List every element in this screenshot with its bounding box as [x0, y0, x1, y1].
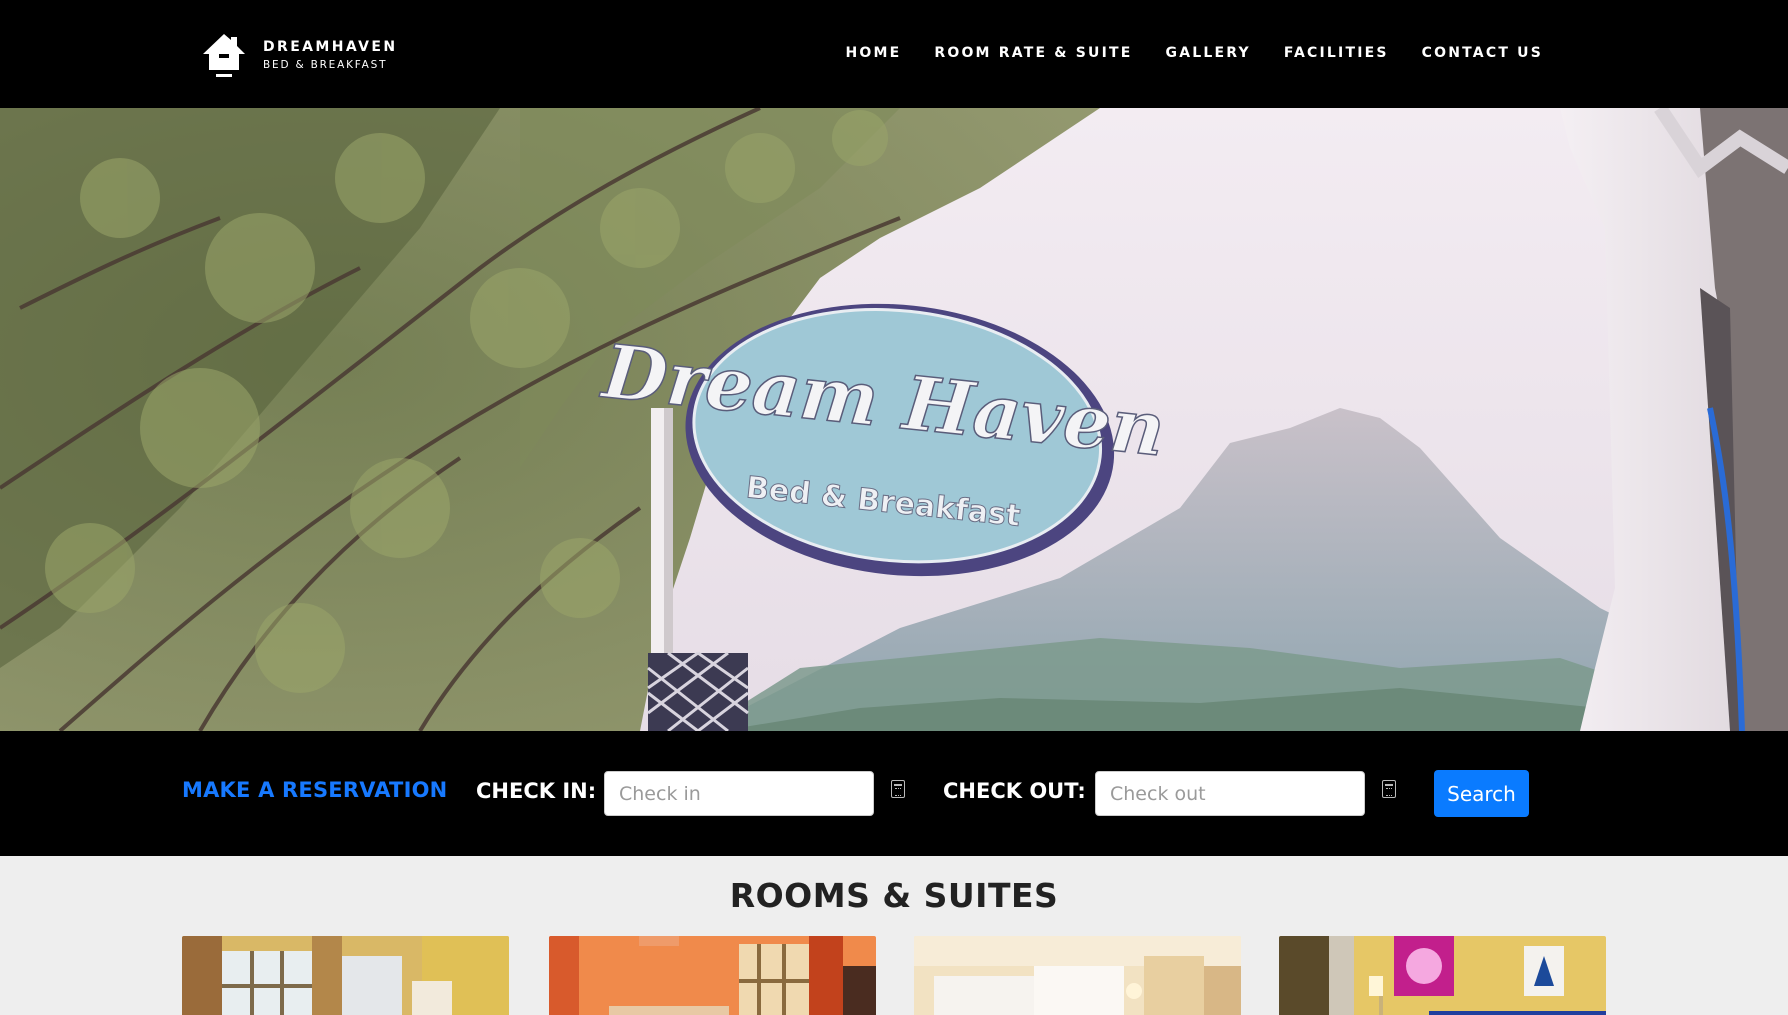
- reservation-bar: MAKE A RESERVATION CHECK IN: CHECK OUT: …: [0, 731, 1788, 856]
- room-image: [182, 936, 509, 1015]
- reservation-title: MAKE A RESERVATION: [182, 778, 448, 802]
- navbar: DREAMHAVEN BED & BREAKFAST HOME ROOM RAT…: [0, 0, 1788, 108]
- room-card[interactable]: [549, 936, 876, 1015]
- room-card[interactable]: [914, 936, 1241, 1015]
- house-icon: [203, 34, 245, 77]
- check-out-input[interactable]: [1095, 771, 1365, 816]
- calendar-icon[interactable]: [891, 780, 905, 798]
- main-nav: HOME ROOM RATE & SUITE GALLERY FACILITIE…: [845, 45, 1543, 61]
- calendar-icon[interactable]: [1382, 780, 1396, 798]
- room-image: [1279, 936, 1606, 1015]
- room-card[interactable]: [1279, 936, 1606, 1015]
- search-button[interactable]: Search: [1434, 770, 1529, 817]
- nav-contact-us[interactable]: CONTACT US: [1422, 45, 1543, 61]
- brand-subtitle: BED & BREAKFAST: [263, 59, 388, 71]
- hero-banner: Dream Haven Bed & Breakfast: [0, 108, 1788, 731]
- room-image: [549, 936, 876, 1015]
- nav-gallery[interactable]: GALLERY: [1166, 45, 1251, 61]
- check-out-label: CHECK OUT:: [943, 779, 1086, 803]
- room-image: [914, 936, 1241, 1015]
- room-card[interactable]: [182, 936, 509, 1015]
- brand-name: DREAMHAVEN: [263, 39, 398, 55]
- hero-image: Dream Haven Bed & Breakfast: [0, 108, 1788, 731]
- check-in-label: CHECK IN:: [476, 779, 597, 803]
- rooms-section-title: ROOMS & SUITES: [729, 876, 1059, 915]
- nav-home[interactable]: HOME: [845, 45, 901, 61]
- check-in-input[interactable]: [604, 771, 874, 816]
- brand-logo[interactable]: DREAMHAVEN BED & BREAKFAST: [199, 30, 397, 80]
- nav-room-rate-suite[interactable]: ROOM RATE & SUITE: [934, 45, 1132, 61]
- nav-facilities[interactable]: FACILITIES: [1284, 45, 1389, 61]
